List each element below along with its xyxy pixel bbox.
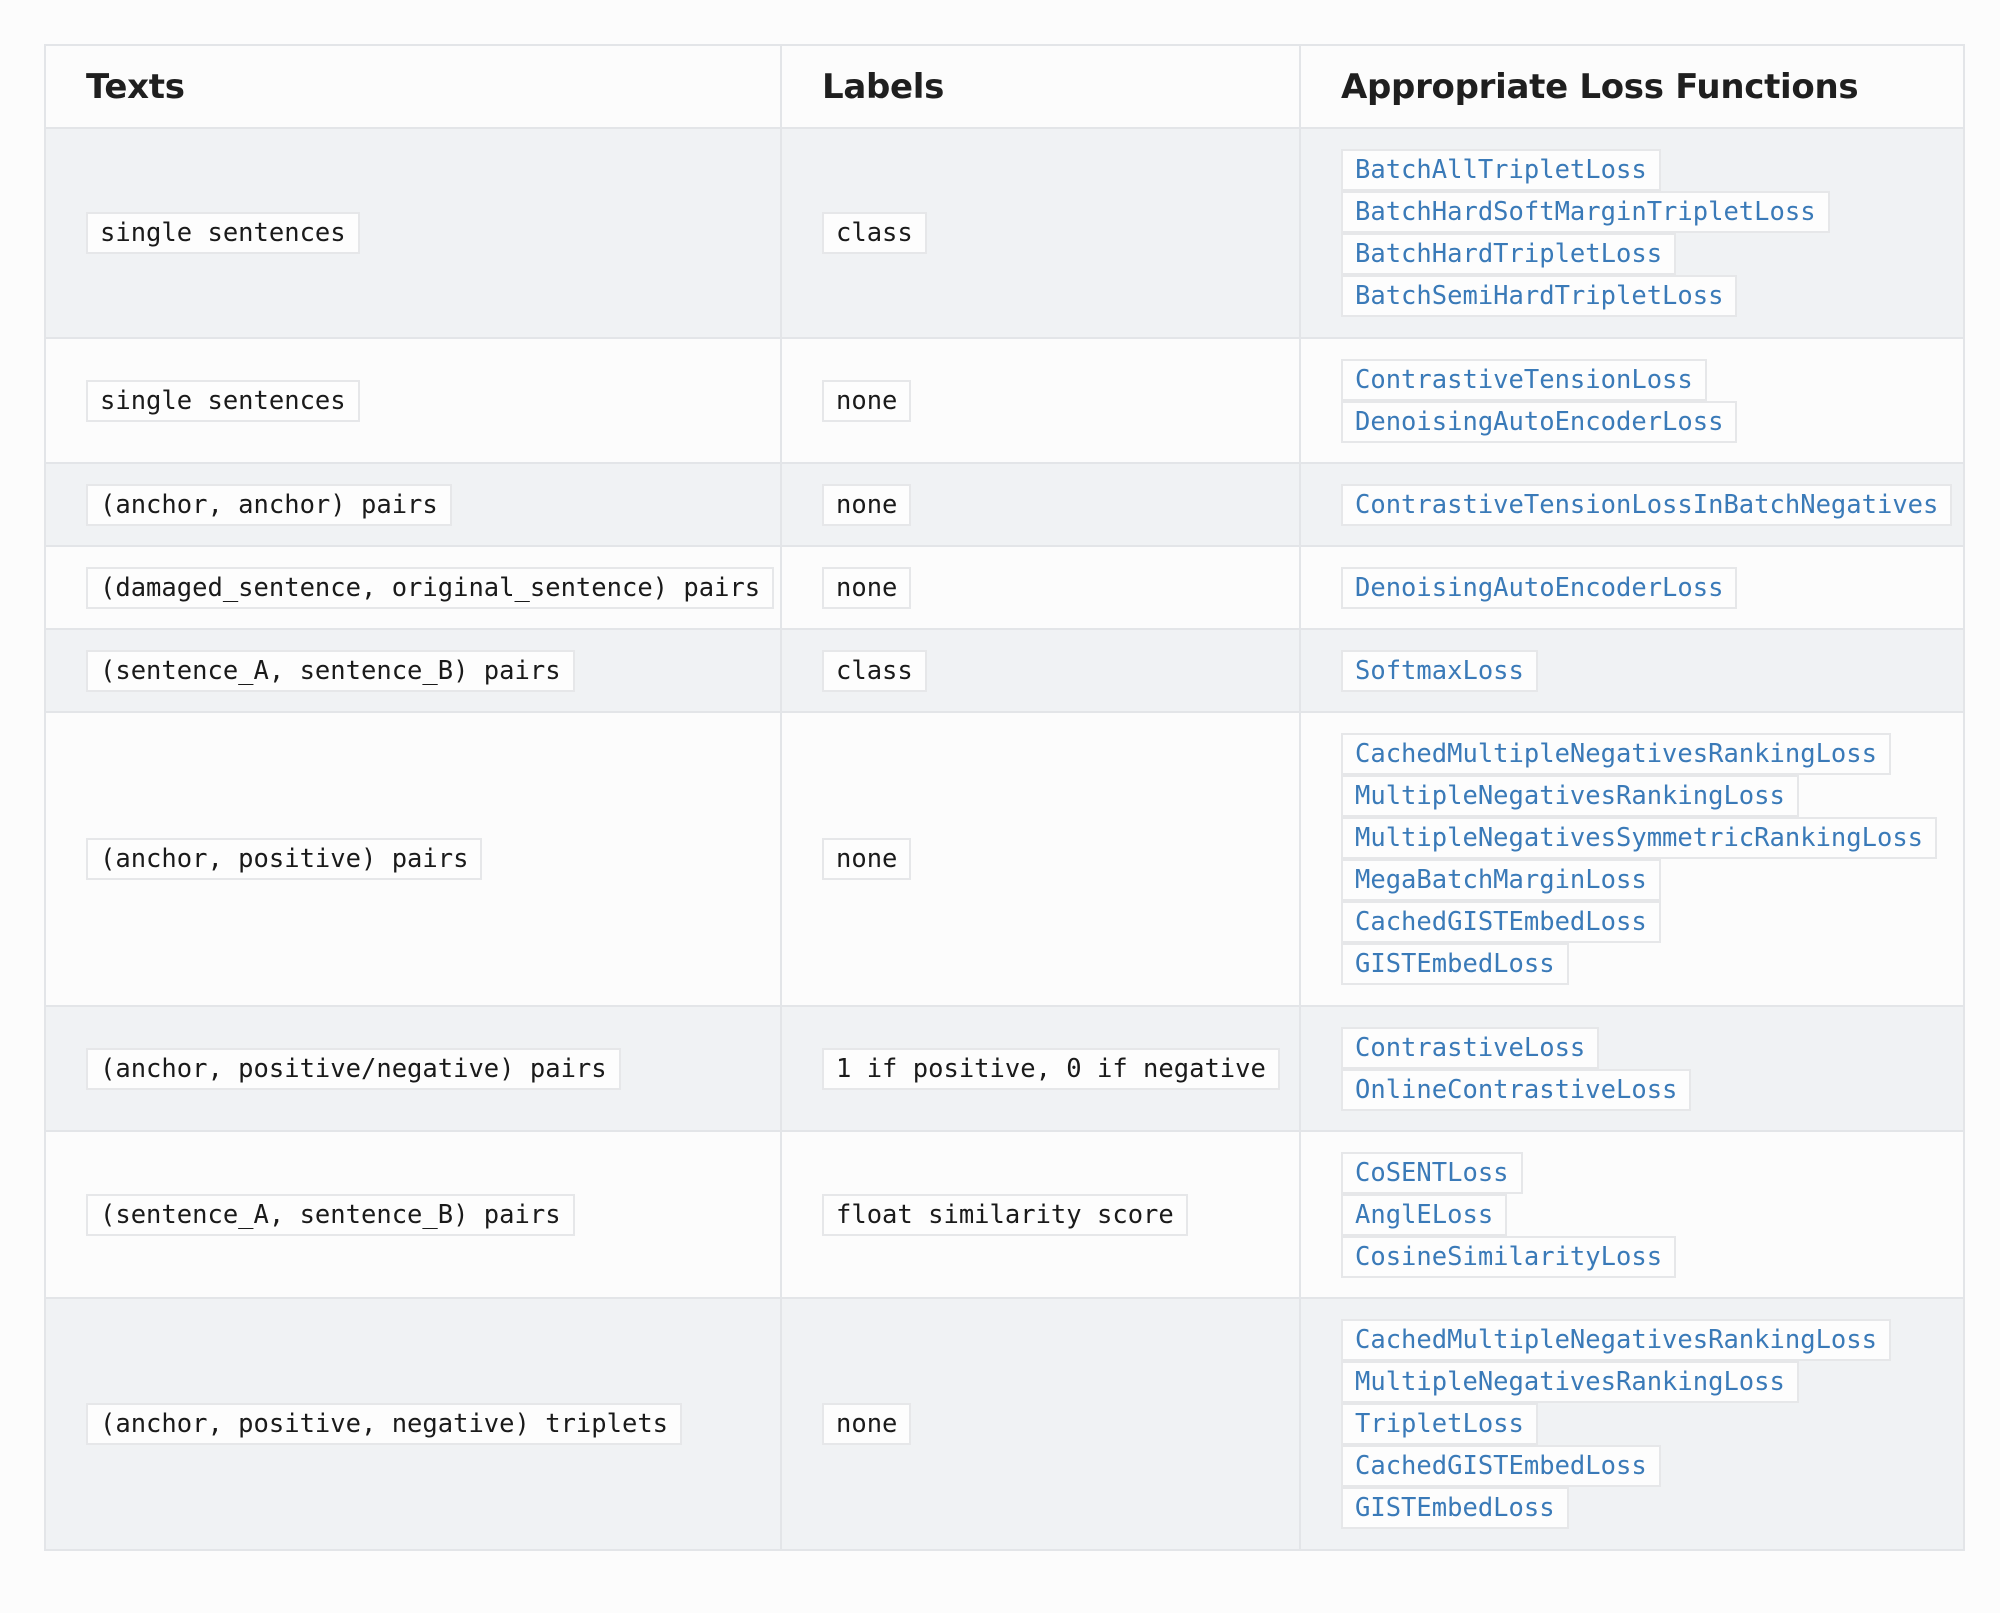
labels-cell: none xyxy=(780,545,1301,630)
loss-function-link[interactable]: MultipleNegativesRankingLoss xyxy=(1341,1361,1799,1403)
loss-table-container: Texts Labels Appropriate Loss Functions … xyxy=(44,44,1965,1551)
labels-code: none xyxy=(822,483,912,526)
loss-functions-cell: ContrastiveTensionLossInBatchNegatives xyxy=(1299,462,1965,547)
loss-function-link[interactable]: CachedMultipleNegativesRankingLoss xyxy=(1341,1319,1891,1361)
loss-function-link[interactable]: BatchHardSoftMarginTripletLoss xyxy=(1341,191,1830,233)
loss-function-list: ContrastiveLoss OnlineContrastiveLoss xyxy=(1341,1026,1923,1111)
loss-function-link[interactable]: TripletLoss xyxy=(1341,1403,1538,1445)
loss-function-link[interactable]: MultipleNegativesSymmetricRankingLoss xyxy=(1341,817,1938,859)
table-row: (anchor, anchor) pairs none ContrastiveTen… xyxy=(44,462,1965,547)
loss-function-table: Texts Labels Appropriate Loss Functions … xyxy=(44,44,1965,1551)
loss-function-list: CachedMultipleNegativesRankingLoss Multip… xyxy=(1341,733,1938,985)
texts-code: single sentences xyxy=(86,212,360,254)
labels-code: class xyxy=(822,649,927,692)
loss-function-link[interactable]: DenoisingAutoEncoderLoss xyxy=(1341,566,1738,609)
texts-cell: single sentences xyxy=(44,127,782,339)
loss-function-link[interactable]: OnlineContrastiveLoss xyxy=(1341,1068,1692,1111)
texts-cell: (anchor, positive, negative) triplets xyxy=(44,1297,782,1551)
texts-cell: (sentence_A, sentence_B) pairs xyxy=(44,628,782,713)
labels-code: none xyxy=(822,566,912,609)
loss-function-link[interactable]: GISTEmbedLoss xyxy=(1341,943,1569,985)
table-row: (anchor, positive, negative) triplets non… xyxy=(44,1297,1965,1551)
header-labels: Labels xyxy=(780,44,1301,129)
loss-functions-cell: DenoisingAutoEncoderLoss xyxy=(1299,545,1965,630)
loss-functions-cell: CoSENTLoss AnglELoss CosineSimilarityLoss xyxy=(1299,1130,1965,1299)
texts-code: (sentence_A, sentence_B) pairs xyxy=(86,1193,575,1236)
labels-code: 1 if positive, 0 if negative xyxy=(822,1047,1280,1090)
loss-function-link[interactable]: GISTEmbedLoss xyxy=(1341,1487,1569,1529)
loss-function-link[interactable]: CosineSimilarityLoss xyxy=(1341,1235,1677,1278)
table-row: (anchor, positive/negative) pairs 1 if po… xyxy=(44,1005,1965,1132)
table-header: Texts Labels Appropriate Loss Functions xyxy=(44,44,1965,129)
table-body: single sentences class BatchAllTripletLoss… xyxy=(44,127,1965,1551)
loss-function-link[interactable]: ContrastiveTensionLoss xyxy=(1341,358,1707,401)
header-row: Texts Labels Appropriate Loss Functions xyxy=(44,44,1965,129)
texts-cell: single sentences xyxy=(44,337,782,464)
table-row: (sentence_A, sentence_B) pairs float simi… xyxy=(44,1130,1965,1299)
texts-code: (anchor, positive) pairs xyxy=(86,838,483,880)
loss-functions-cell: SoftmaxLoss xyxy=(1299,628,1965,713)
loss-function-link[interactable]: ContrastiveTensionLossInBatchNegatives xyxy=(1341,483,1953,526)
texts-cell: (anchor, positive/negative) pairs xyxy=(44,1005,782,1132)
loss-functions-cell: CachedMultipleNegativesRankingLoss Multip… xyxy=(1299,1297,1965,1551)
loss-function-list: CachedMultipleNegativesRankingLoss Multip… xyxy=(1341,1319,1923,1529)
texts-code: (anchor, anchor) pairs xyxy=(86,483,452,526)
labels-code: none xyxy=(822,379,912,422)
loss-function-list: SoftmaxLoss xyxy=(1341,649,1923,692)
table-row: single sentences none ContrastiveTensionLo… xyxy=(44,337,1965,464)
loss-functions-cell: ContrastiveTensionLoss DenoisingAutoEncod… xyxy=(1299,337,1965,464)
loss-function-list: DenoisingAutoEncoderLoss xyxy=(1341,566,1923,609)
labels-cell: 1 if positive, 0 if negative xyxy=(780,1005,1301,1132)
texts-code: (sentence_A, sentence_B) pairs xyxy=(86,649,575,692)
texts-code: (anchor, positive/negative) pairs xyxy=(86,1047,621,1090)
loss-function-link[interactable]: CachedMultipleNegativesRankingLoss xyxy=(1341,733,1891,775)
texts-code: single sentences xyxy=(86,379,360,422)
labels-code: none xyxy=(822,838,912,880)
loss-function-link[interactable]: BatchAllTripletLoss xyxy=(1341,149,1661,191)
loss-function-link[interactable]: BatchHardTripletLoss xyxy=(1341,233,1677,275)
labels-cell: none xyxy=(780,337,1301,464)
loss-function-link[interactable]: ContrastiveLoss xyxy=(1341,1026,1600,1069)
loss-function-list: CoSENTLoss AnglELoss CosineSimilarityLoss xyxy=(1341,1151,1923,1278)
texts-code: (anchor, positive, negative) triplets xyxy=(86,1403,683,1445)
labels-code: float similarity score xyxy=(822,1193,1188,1236)
labels-cell: none xyxy=(780,711,1301,1007)
labels-cell: none xyxy=(780,462,1301,547)
loss-function-link[interactable]: DenoisingAutoEncoderLoss xyxy=(1341,400,1738,443)
table-row: single sentences class BatchAllTripletLoss… xyxy=(44,127,1965,339)
header-texts: Texts xyxy=(44,44,782,129)
texts-cell: (anchor, positive) pairs xyxy=(44,711,782,1007)
texts-code: (damaged_sentence, original_sentence) pa… xyxy=(86,566,775,609)
loss-function-link[interactable]: SoftmaxLoss xyxy=(1341,649,1538,692)
loss-functions-cell: BatchAllTripletLoss BatchHardSoftMarginTr… xyxy=(1299,127,1965,339)
labels-cell: none xyxy=(780,1297,1301,1551)
loss-function-link[interactable]: CoSENTLoss xyxy=(1341,1151,1523,1194)
table-row: (anchor, positive) pairs none CachedMultip… xyxy=(44,711,1965,1007)
loss-functions-cell: ContrastiveLoss OnlineContrastiveLoss xyxy=(1299,1005,1965,1132)
loss-function-list: ContrastiveTensionLoss DenoisingAutoEncod… xyxy=(1341,358,1923,443)
labels-cell: float similarity score xyxy=(780,1130,1301,1299)
labels-code: none xyxy=(822,1403,912,1445)
loss-function-list: BatchAllTripletLoss BatchHardSoftMarginTr… xyxy=(1341,149,1923,317)
loss-functions-cell: CachedMultipleNegativesRankingLoss Multip… xyxy=(1299,711,1965,1007)
texts-cell: (sentence_A, sentence_B) pairs xyxy=(44,1130,782,1299)
header-loss-functions: Appropriate Loss Functions xyxy=(1299,44,1965,129)
loss-function-link[interactable]: AnglELoss xyxy=(1341,1193,1508,1236)
loss-function-link[interactable]: MultipleNegativesRankingLoss xyxy=(1341,775,1799,817)
table-row: (damaged_sentence, original_sentence) pa… xyxy=(44,545,1965,630)
loss-function-link[interactable]: MegaBatchMarginLoss xyxy=(1341,859,1661,901)
labels-cell: class xyxy=(780,628,1301,713)
loss-function-link[interactable]: CachedGISTEmbedLoss xyxy=(1341,1445,1661,1487)
labels-code: class xyxy=(822,212,927,254)
texts-cell: (anchor, anchor) pairs xyxy=(44,462,782,547)
loss-function-link[interactable]: CachedGISTEmbedLoss xyxy=(1341,901,1661,943)
loss-function-list: ContrastiveTensionLossInBatchNegatives xyxy=(1341,483,1953,526)
loss-function-link[interactable]: BatchSemiHardTripletLoss xyxy=(1341,275,1738,317)
table-row: (sentence_A, sentence_B) pairs class Softm… xyxy=(44,628,1965,713)
texts-cell: (damaged_sentence, original_sentence) pa… xyxy=(44,545,782,630)
labels-cell: class xyxy=(780,127,1301,339)
